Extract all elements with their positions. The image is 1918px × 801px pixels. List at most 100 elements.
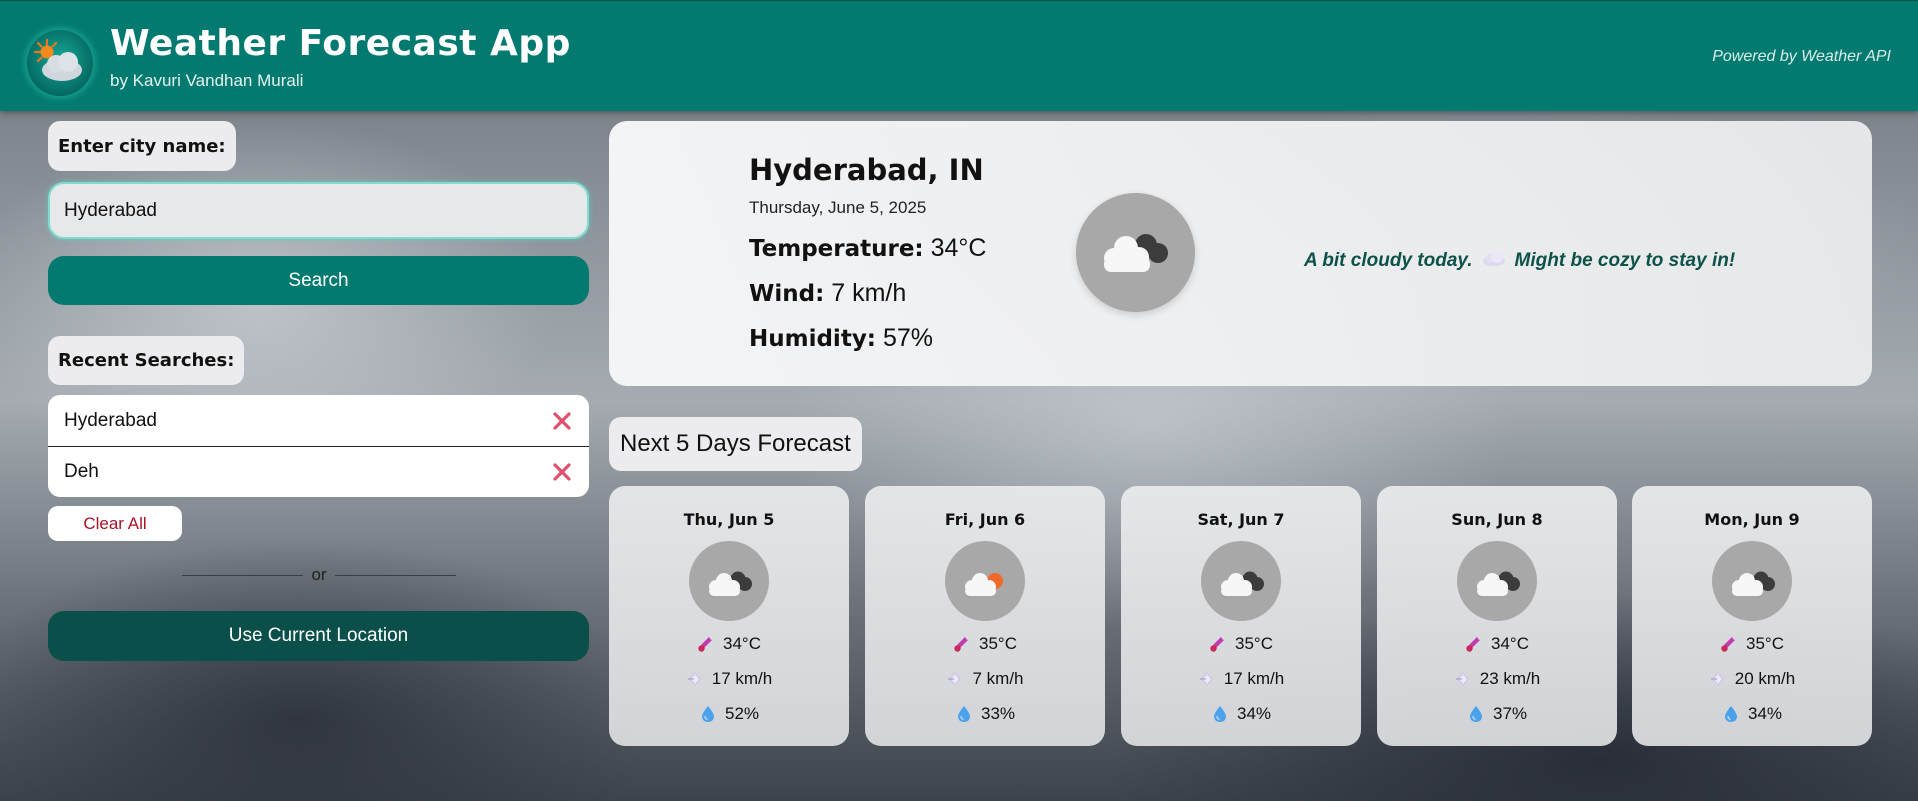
wind-icon [686,670,704,688]
sun-cloud-icon [27,30,93,96]
recent-searches-list: Hyderabad Deh [48,395,589,497]
cloud-emoji-icon [1481,249,1507,273]
forecast-card: Sat, Jun 7 35°C 17 km/h 34% [1121,486,1361,746]
forecast-humidity-value: 34% [1747,704,1783,723]
forecast-wind-value: 7 km/h [972,669,1024,688]
app-subtitle: by Kavuri Vandhan Murali [110,71,304,90]
forecast-card: Fri, Jun 6 35°C 7 km/h 33% [865,486,1105,746]
clear-all-button[interactable]: Clear All [48,506,182,541]
forecast-temperature: 34°C [1377,634,1617,654]
forecast-day: Thu, Jun 5 [683,510,775,529]
forecast-temperature: 35°C [1121,634,1361,654]
forecast-wind-value: 20 km/h [1734,669,1796,688]
droplet-icon [1467,705,1485,723]
forecast-humidity-value: 34% [1236,704,1272,723]
recent-searches-label: Recent Searches: [48,336,245,385]
forecast-temp-value: 35°C [979,634,1017,653]
droplet-icon [955,705,973,723]
forecast-day: Mon, Jun 9 [1704,510,1800,529]
forecast-cards: Thu, Jun 5 34°C 17 km/h 52% Fri, Jun 6 3… [609,486,1872,746]
humidity-label: Humidity: [749,326,877,352]
forecast-humidity-value: 52% [724,704,760,723]
wind-icon [1709,670,1727,688]
forecast-wind: 17 km/h [609,669,849,689]
forecast-card: Thu, Jun 5 34°C 17 km/h 52% [609,486,849,746]
forecast-humidity-value: 33% [980,704,1016,723]
forecast-wind: 20 km/h [1632,669,1872,689]
droplet-icon [1722,705,1740,723]
city-input-label: Enter city name: [48,121,236,171]
thermometer-icon [1720,635,1738,653]
forecast-temperature: 34°C [609,634,849,654]
current-weather-card: Hyderabad, IN Thursday, June 5, 2025 Tem… [609,121,1872,386]
search-button[interactable]: Search [48,256,589,305]
forecast-wind-value: 17 km/h [711,669,773,688]
forecast-humidity: 33% [865,704,1105,724]
remove-icon[interactable] [551,410,573,432]
temperature-value: 34°C [930,234,987,262]
forecast-temperature: 35°C [865,634,1105,654]
forecast-temp-value: 34°C [723,634,761,653]
forecast-wind: 23 km/h [1377,669,1617,689]
forecast-humidity: 52% [609,704,849,724]
cloudy-icon [1076,193,1195,312]
forecast-wind-value: 23 km/h [1479,669,1541,688]
current-temperature: Temperature: 34°C [749,234,986,263]
divider-text: or [311,565,327,584]
wind-icon [1454,670,1472,688]
forecast-card: Mon, Jun 9 35°C 20 km/h 34% [1632,486,1872,746]
partly-cloudy-icon [945,541,1025,621]
forecast-day: Sat, Jun 7 [1197,510,1285,529]
recent-search-city[interactable]: Deh [64,461,99,483]
current-date: Thursday, June 5, 2025 [749,198,927,217]
broken-clouds-icon [1201,541,1281,621]
or-divider: or [182,565,456,585]
weather-message: A bit cloudy today. Might be cozy to sta… [1304,249,1735,273]
weather-message-text-2: Might be cozy to stay in! [1514,250,1736,271]
thermometer-icon [697,635,715,653]
forecast-wind: 17 km/h [1121,669,1361,689]
wind-label: Wind: [749,281,825,307]
recent-search-item[interactable]: Deh [48,446,589,497]
thermometer-icon [1465,635,1483,653]
forecast-humidity: 37% [1377,704,1617,724]
use-current-location-button[interactable]: Use Current Location [48,611,589,661]
wind-icon [946,670,964,688]
forecast-card: Sun, Jun 8 34°C 23 km/h 37% [1377,486,1617,746]
current-humidity: Humidity: 57% [749,324,933,353]
droplet-icon [1211,705,1229,723]
city-search-input[interactable] [48,182,589,239]
forecast-temp-value: 35°C [1746,634,1784,653]
droplet-icon [699,705,717,723]
recent-search-city[interactable]: Hyderabad [64,410,157,432]
forecast-humidity: 34% [1121,704,1361,724]
current-city: Hyderabad, IN [749,153,984,187]
forecast-wind-value: 17 km/h [1223,669,1285,688]
temperature-label: Temperature: [749,236,924,262]
forecast-day: Fri, Jun 6 [944,510,1026,529]
current-wind: Wind: 7 km/h [749,279,906,308]
forecast-temp-value: 35°C [1235,634,1273,653]
thermometer-icon [1209,635,1227,653]
powered-by-text: Powered by Weather API [1712,48,1891,65]
forecast-humidity-value: 37% [1492,704,1528,723]
broken-clouds-icon [689,541,769,621]
broken-clouds-icon [1712,541,1792,621]
divider-line [334,574,456,576]
forecast-humidity: 34% [1632,704,1872,724]
thermometer-icon [953,635,971,653]
wind-icon [1198,670,1216,688]
broken-clouds-icon [1457,541,1537,621]
humidity-value: 57% [882,324,934,352]
app-header: Weather Forecast App by Kavuri Vandhan M… [0,0,1918,111]
app-title: Weather Forecast App [110,23,571,64]
forecast-wind: 7 km/h [865,669,1105,689]
remove-icon[interactable] [551,461,573,483]
forecast-day: Sun, Jun 8 [1451,510,1543,529]
wind-value: 7 km/h [831,279,907,307]
divider-line [182,574,304,576]
forecast-title: Next 5 Days Forecast [609,417,862,471]
weather-message-text: A bit cloudy today. [1304,250,1473,271]
forecast-temp-value: 34°C [1491,634,1529,653]
recent-search-item[interactable]: Hyderabad [48,395,589,446]
